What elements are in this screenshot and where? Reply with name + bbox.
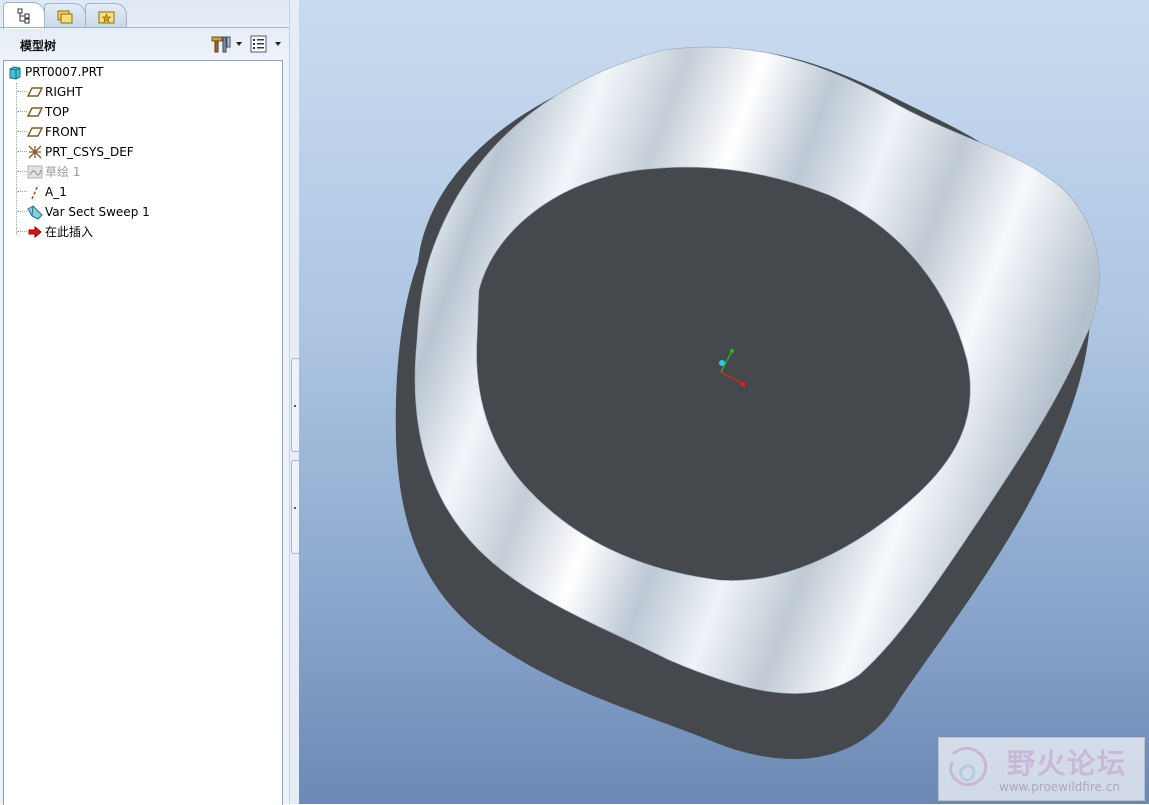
tree-item-top-plane[interactable]: TOP [27, 102, 277, 122]
model-tree-icon [17, 8, 30, 24]
insert-here-arrow-icon [28, 225, 42, 239]
datum-axis-icon [31, 184, 39, 200]
watermark-title: 野火论坛 [1007, 747, 1128, 780]
csys-icon [28, 145, 42, 159]
var-sect-sweep-icon [27, 205, 43, 220]
favorites-icon [98, 11, 115, 24]
tree-item-axis[interactable]: A_1 [27, 182, 277, 202]
watermark-url: www.proewildfire.cn [999, 780, 1120, 794]
model-tree: PRT0007.PRT RIGHT TOP FRONT PRT_CSYS_DEF… [3, 60, 283, 805]
tree-item-insert-here[interactable]: 在此插入 [27, 222, 277, 242]
tree-item-right-plane[interactable]: RIGHT [27, 82, 277, 102]
part-icon [9, 66, 21, 80]
sketch-icon [27, 165, 43, 179]
tree-show-button[interactable] [249, 34, 283, 54]
folder-browser-icon [57, 10, 73, 24]
tab-model-tree[interactable] [3, 2, 45, 29]
tree-settings-button[interactable] [210, 34, 244, 54]
model-viewport[interactable] [299, 0, 1149, 804]
watermark-logo-icon [949, 746, 988, 787]
tab-favorites[interactable] [85, 3, 127, 28]
navigator-tabs [0, 0, 289, 29]
datum-plane-icon [27, 127, 43, 137]
datum-plane-icon [27, 107, 43, 117]
tree-item-csys[interactable]: PRT_CSYS_DEF [27, 142, 277, 162]
graphics-window[interactable] [299, 0, 1149, 804]
tree-item-front-plane[interactable]: FRONT [27, 122, 277, 142]
list-show-icon [250, 35, 267, 53]
model-tree-title: 模型树 [20, 39, 57, 53]
watermark: 野火论坛 www.proewildfire.cn [938, 737, 1145, 801]
tree-item-part[interactable]: PRT0007.PRT [7, 62, 277, 82]
navigator-panel: 模型树 PRT0007.PRT RIGHT TOP FRONT PRT_CSYS… [0, 0, 289, 805]
datum-plane-icon [27, 87, 43, 97]
tab-folder-browser[interactable] [44, 3, 86, 28]
tree-item-var-sect-sweep[interactable]: Var Sect Sweep 1 [27, 202, 277, 222]
tree-item-sketch[interactable]: 草绘 1 [27, 162, 277, 182]
hammer-tools-icon [211, 36, 231, 53]
